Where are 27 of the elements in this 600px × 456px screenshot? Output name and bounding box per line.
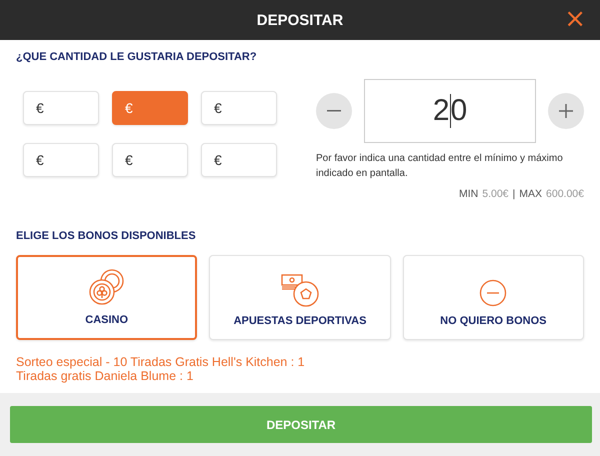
min-value: 5.00€ — [482, 188, 509, 200]
minus-circle-icon — [479, 279, 508, 307]
minus-icon — [327, 110, 341, 112]
amount-option[interactable]: € — [112, 143, 188, 177]
bonus-option[interactable]: NO QUIERO BONOS — [402, 255, 584, 340]
casino-chips-icon — [88, 268, 126, 306]
min-label: MIN — [459, 188, 478, 200]
amount-field[interactable]: 20 — [364, 79, 536, 143]
cash-and-ball-icon — [280, 273, 320, 307]
amount-option[interactable]: € — [23, 143, 99, 177]
amount-option[interactable]: € — [201, 143, 277, 177]
max-value: 600.00€ — [546, 188, 584, 200]
bonus-option[interactable]: APUESTAS DEPORTIVAS — [209, 255, 391, 340]
section-heading: ¿QUE CANTIDAD LE GUSTARIA DEPOSITAR? — [16, 51, 258, 63]
increase-button[interactable] — [548, 93, 584, 129]
bonus-detail: Sorteo especial - 10 Tiradas Gratis Hell's Kitchen : 1 — [16, 355, 306, 369]
max-label: MAX — [519, 188, 542, 200]
bonus-option[interactable]: CASINO — [16, 255, 198, 340]
dialog-title: DEPOSITAR — [256, 12, 344, 28]
hint-text: Por favor indica una cantidad entre el mínimo y máximo indicado en pantalla. — [316, 152, 564, 181]
close-button[interactable]: × — [560, 4, 590, 34]
amount-option[interactable]: € — [201, 91, 277, 125]
bonus-detail: Tiradas gratis Daniela Blume : 1 — [16, 369, 194, 383]
section-heading: ELIGE LOS BONOS DISPONIBLES — [16, 230, 197, 242]
amount-option[interactable]: € — [23, 91, 99, 125]
plus-icon — [559, 104, 573, 118]
separator: | — [512, 188, 516, 200]
